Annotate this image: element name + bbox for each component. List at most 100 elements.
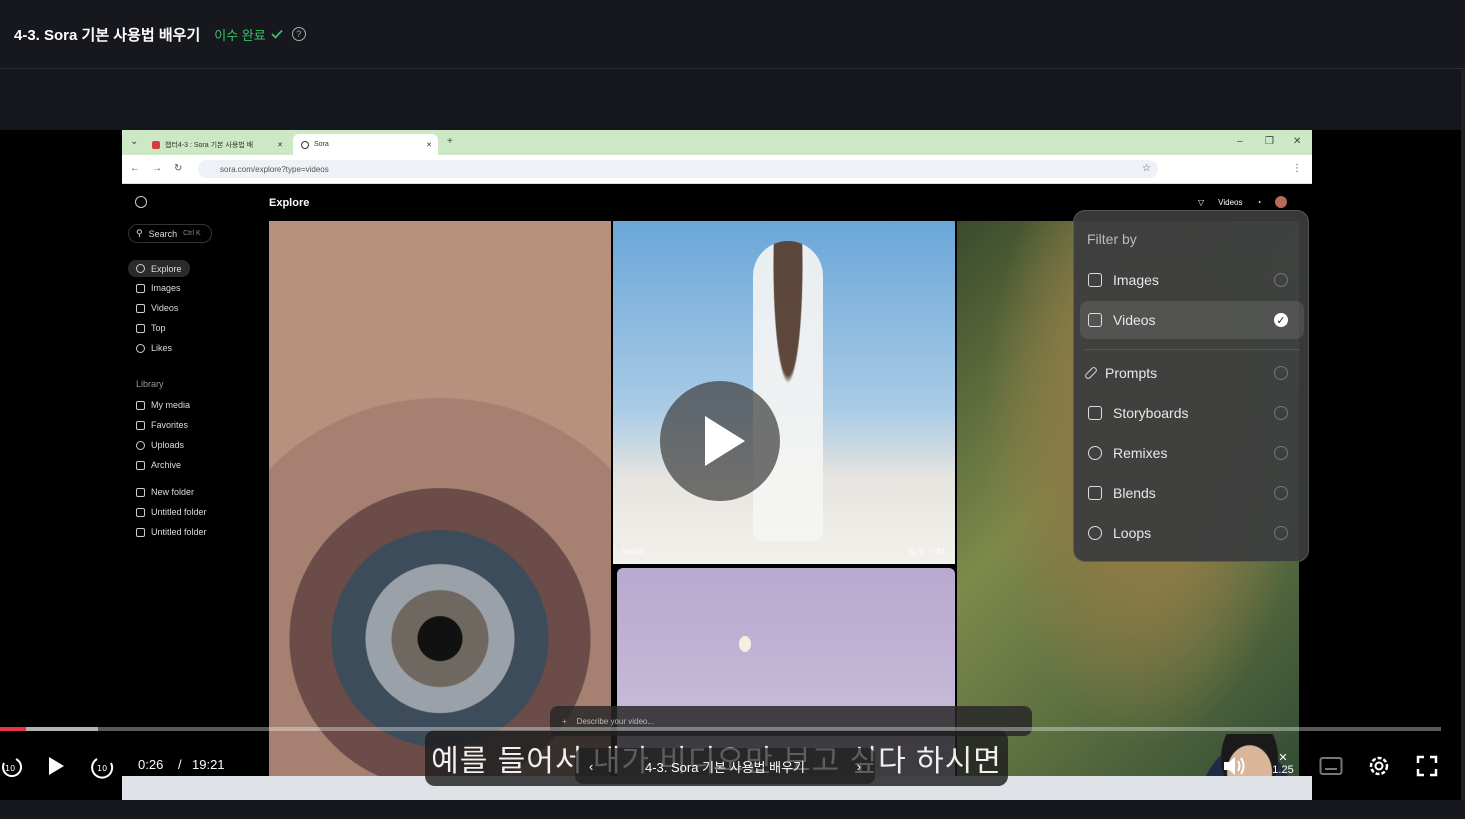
plus-icon: + [562,716,567,726]
filter-label: Remixes [1113,445,1168,461]
tab-2-label: Sora [314,141,329,148]
filter-label: Images [1113,272,1159,288]
sora-nav-likes: Likes [136,343,172,353]
play-icon [49,757,64,775]
completion-status: 이수 완료 [214,25,283,44]
filter-checkbox [1274,406,1288,420]
play-button[interactable] [44,754,68,778]
subtitle-button[interactable] [1318,754,1344,778]
filter-item-prompts: Prompts [1080,354,1304,392]
woman-cloud-image: hazini ◎ ⚲ ♡ 67 [613,221,955,564]
lesson-nav-title: 4-3. Sora 기본 사용법 배우기 [645,759,805,775]
completion-label: 이수 완료 [214,27,266,43]
tab-1-label: 챕터4-3 : Sora 기본 사용법 배 [165,141,254,149]
page-scrollbar[interactable] [1461,70,1465,819]
filter-label: Storyboards [1113,405,1189,421]
filter-label: Blends [1113,485,1156,501]
sora-folder-untitled-2: Untitled folder [136,527,207,537]
top-filter-label: Videos [1218,197,1243,207]
folder-icon [136,487,145,497]
back-icon: ← [130,163,140,174]
next-lesson-button[interactable]: › [857,759,861,774]
openai-logo-icon [135,196,147,208]
star-icon [136,420,145,430]
volume-button[interactable] [1222,753,1248,779]
filter-divider [1084,349,1300,350]
lesson-header: 4-3. Sora 기본 사용법 배우기 이수 완료 ? [0,0,1465,69]
prev-lesson-button[interactable]: ‹ [589,759,593,774]
playback-speed-button[interactable]: ✕ 1.25 [1268,752,1298,780]
forward-10-icon[interactable]: 10 [90,752,116,780]
close-icon: ✕ [1278,752,1288,764]
sora-sidebar: ⚲ Search Ctrl K Explore Images Videos To… [122,184,262,800]
nav-label: New folder [151,487,195,497]
library-label: Library [136,379,164,389]
rewind-10-icon[interactable]: 10 [0,752,22,780]
filter-item-images: Images [1080,261,1304,299]
browser-tab-2: Sora ✕ [293,134,438,155]
sora-nav-videos: Videos [136,303,178,313]
filter-item-loops: Loops [1080,514,1304,552]
current-time: 0:26 [138,757,164,772]
filter-label: Loops [1113,525,1152,541]
folder-icon [136,527,145,537]
pencil-icon [1083,365,1099,381]
search-label: Search [148,228,178,239]
lesson-navigator: ‹ 4-3. Sora 기본 사용법 배우기 › [575,748,875,784]
nav-label: Likes [151,343,173,353]
sora-library-favorites: Favorites [136,420,188,430]
remix-icon [1088,446,1102,460]
filter-item-videos: Videos ✓ [1080,301,1304,339]
media-icon [136,400,145,410]
restore-icon: ❐ [1265,136,1274,147]
settings-icon [1369,756,1389,776]
bookmark-star-icon: ☆ [1142,163,1151,174]
window-close-icon: ✕ [1293,136,1302,147]
nav-label: Videos [151,303,179,313]
filter-item-remixes: Remixes [1080,434,1304,472]
new-tab-icon: + [447,136,453,147]
card-likes: 67 [936,547,945,556]
filter-checkbox [1274,526,1288,540]
tab-list-icon: ⌄ [130,136,139,147]
browser-tab-1: 챕터4-3 : Sora 기본 사용법 배 ✕ [144,134,289,155]
sora-folder-untitled-1: Untitled folder [136,507,207,517]
progress-played [0,727,26,731]
player-letterbox [0,70,1461,130]
bell-icon: ◔ [1256,197,1262,207]
sora-library-uploads: Uploads [136,440,184,450]
nav-label: Untitled folder [151,507,207,517]
nav-label: Top [151,323,166,333]
images-icon [1088,273,1102,287]
filter-title: Filter by [1087,231,1137,247]
filter-item-blends: Blends [1080,474,1304,512]
volume-icon [1224,757,1245,775]
describe-placeholder: Describe your video... [576,716,655,726]
reload-icon: ↻ [174,163,183,174]
card-username: hazini [623,547,644,556]
fullscreen-button[interactable] [1414,753,1440,779]
trophy-icon [136,323,145,333]
progress-bar[interactable] [0,727,1441,731]
filter-label: Videos [1113,312,1156,328]
heart-icon [136,343,145,353]
help-icon[interactable]: ? [291,27,306,41]
sora-library-archive: Archive [136,460,181,470]
archive-icon [136,460,145,470]
svg-text:10: 10 [97,764,107,773]
settings-button[interactable] [1366,753,1392,779]
card-meta: hazini ◎ ⚲ ♡ 67 [623,547,945,556]
favicon-icon [152,140,160,149]
upload-icon [136,440,145,450]
blend-icon [1088,486,1102,500]
videos-icon [1088,313,1102,327]
big-play-button[interactable] [660,381,780,501]
nav-label: Images [151,283,181,293]
avatar [1275,196,1288,208]
filter-item-storyboards: Storyboards [1080,394,1304,432]
filter-checkbox [1274,273,1288,287]
browser-tabbar: ⌄ 챕터4-3 : Sora 기본 사용법 배 ✕ Sora ✕ + – ❐ ✕ [122,130,1312,155]
url-field: sora.com/explore?type=videos [198,160,1158,178]
browser-addressbar: ← → ↻ sora.com/explore?type=videos ☆ ⋮ [122,155,1312,184]
folder-icon [136,507,145,517]
